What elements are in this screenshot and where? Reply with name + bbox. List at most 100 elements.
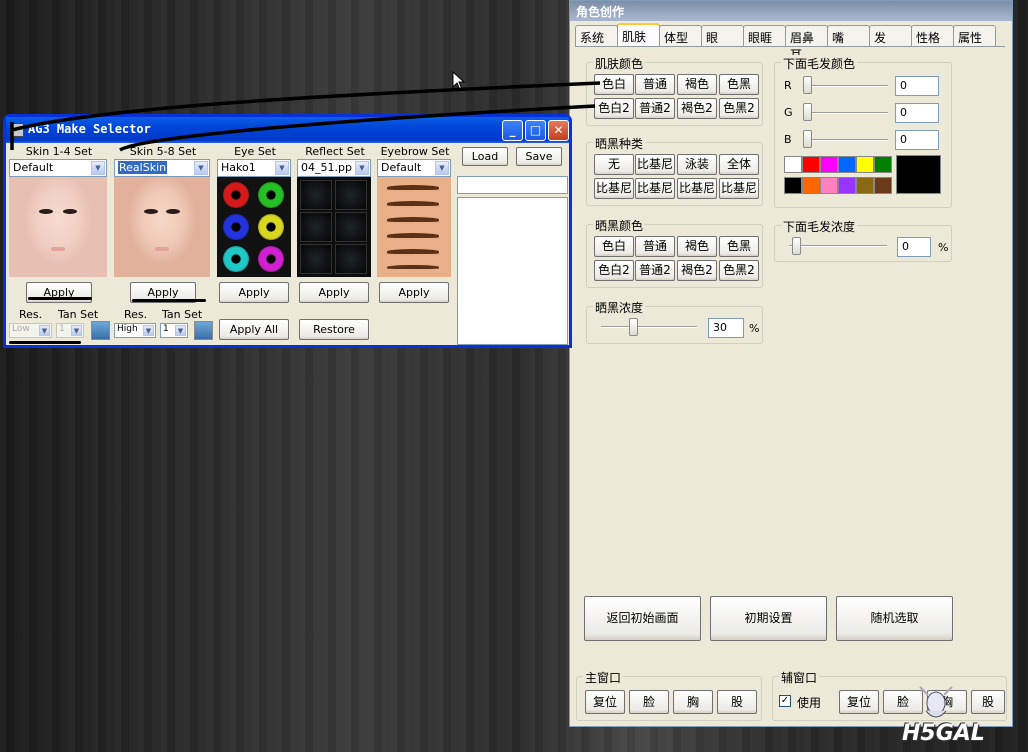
skin-color-button[interactable]: 色白2 — [594, 98, 634, 119]
tab-eye-socket[interactable]: 眼睚 — [743, 25, 786, 46]
skin-color-button[interactable]: 褐色 — [677, 74, 717, 95]
hair-density-input[interactable]: 0 — [897, 237, 931, 257]
eyebrow-set-select[interactable]: Default ▼ — [377, 159, 451, 177]
tab-brow-nose-ear[interactable]: 眉鼻耳 — [785, 25, 828, 62]
red-slider-thumb[interactable] — [803, 76, 812, 94]
name-input[interactable] — [457, 176, 568, 194]
random-select-button[interactable]: 随机选取 — [836, 596, 953, 641]
hair-density-slider-track[interactable] — [789, 245, 887, 247]
apply-eye-set-button[interactable]: Apply — [219, 282, 289, 303]
hair-density-slider-thumb[interactable] — [792, 237, 801, 255]
palette-swatch[interactable] — [784, 156, 802, 173]
save-button[interactable]: Save — [516, 147, 562, 166]
load-button[interactable]: Load — [462, 147, 508, 166]
blue-value-input[interactable]: 0 — [895, 130, 939, 150]
green-slider-thumb[interactable] — [803, 103, 812, 121]
skin-color-button[interactable]: 色黑2 — [719, 98, 759, 119]
palette-swatch[interactable] — [874, 177, 892, 194]
tab-personality[interactable]: 性格 — [911, 25, 954, 46]
main-hip-button[interactable]: 股 — [717, 690, 757, 714]
ag3-titlebar[interactable]: AG3 Make Selector — [6, 117, 569, 143]
tab-hair[interactable]: 发 — [869, 25, 912, 46]
palette-swatch[interactable] — [874, 156, 892, 173]
tab-eye[interactable]: 眼 — [701, 25, 744, 46]
tan-color-button[interactable]: 普通2 — [635, 260, 675, 281]
tan-type-button[interactable]: 泳装 — [677, 154, 717, 175]
reflect-set-select[interactable]: 04_51.pp ▼ — [297, 159, 371, 177]
minimize-button[interactable]: _ — [502, 120, 523, 141]
palette-swatch[interactable] — [802, 177, 820, 194]
restore-button[interactable]: Restore — [299, 319, 369, 340]
preset-list[interactable] — [457, 197, 568, 345]
tan-density-slider-thumb[interactable] — [629, 318, 638, 336]
palette-swatch[interactable] — [838, 156, 856, 173]
skin-color-button[interactable]: 褐色2 — [677, 98, 717, 119]
tan-color-button[interactable]: 色黑2 — [719, 260, 759, 281]
sub-reset-button[interactable]: 复位 — [839, 690, 879, 714]
red-value-input[interactable]: 0 — [895, 76, 939, 96]
blue-slider-track[interactable] — [805, 139, 888, 141]
skin-color-button[interactable]: 普通 — [635, 74, 675, 95]
tan-type-button[interactable]: 比基尼 — [677, 178, 717, 199]
green-slider-track[interactable] — [805, 112, 888, 114]
palette-swatch[interactable] — [856, 156, 874, 173]
tan-color-button[interactable]: 色白 — [594, 236, 634, 257]
main-chest-button[interactable]: 胸 — [673, 690, 713, 714]
tan-type-button[interactable]: 无 — [594, 154, 634, 175]
tan-density-slider-track[interactable] — [601, 326, 697, 328]
palette-swatch[interactable] — [838, 177, 856, 194]
tab-body[interactable]: 体型 — [659, 25, 702, 46]
tan-color-button[interactable]: 色黑 — [719, 236, 759, 257]
tan-color-button[interactable]: 褐色2 — [677, 260, 717, 281]
tan-density-input[interactable]: 30 — [708, 318, 744, 338]
apply-all-button[interactable]: Apply All — [219, 319, 289, 340]
res-select-2[interactable]: High ▼ — [114, 323, 156, 338]
tan-density-label: 晒黑浓度 — [593, 299, 646, 316]
tab-attributes[interactable]: 属性 — [953, 25, 996, 46]
skin-color-button[interactable]: 普通2 — [635, 98, 675, 119]
tan-type-button[interactable]: 比基尼 — [594, 178, 634, 199]
initial-settings-button[interactable]: 初期设置 — [710, 596, 827, 641]
skin-5-8-select[interactable]: RealSkin ▼ — [114, 159, 210, 177]
palette-swatch[interactable] — [856, 177, 874, 194]
blue-slider-thumb[interactable] — [803, 130, 812, 148]
tan-color-button[interactable]: 色白2 — [594, 260, 634, 281]
tab-skin[interactable]: 肌肤 — [617, 23, 660, 46]
tab-system[interactable]: 系统 — [575, 25, 618, 46]
character-portrait-icon[interactable] — [91, 321, 110, 340]
use-checkbox[interactable]: ✓ — [779, 695, 791, 707]
skin-1-4-select[interactable]: Default ▼ — [9, 159, 107, 177]
maximize-button[interactable]: □ — [525, 120, 546, 141]
skin-color-button[interactable]: 色白 — [594, 74, 634, 95]
close-button[interactable]: ✕ — [548, 120, 569, 141]
tan-type-button[interactable]: 比基尼 — [635, 178, 675, 199]
palette-swatch[interactable] — [784, 177, 802, 194]
tan-type-button[interactable]: 比基尼 — [719, 178, 759, 199]
hair-density-label: 下面毛发浓度 — [781, 218, 858, 235]
character-portrait-icon[interactable] — [194, 321, 213, 340]
skin-color-group: 肌肤颜色 色白 普通 褐色 色黑 色白2 普通2 褐色2 色黑2 — [586, 55, 763, 126]
ag3-title-text: AG3 Make Selector — [28, 122, 151, 136]
tan-type-button[interactable]: 比基尼 — [635, 154, 675, 175]
res-select-1[interactable]: Low ▼ — [9, 323, 52, 338]
tan-type-button[interactable]: 全体 — [719, 154, 759, 175]
main-face-button[interactable]: 脸 — [629, 690, 669, 714]
eye-set-header: Eye Set — [234, 145, 276, 158]
main-reset-button[interactable]: 复位 — [585, 690, 625, 714]
palette-swatch[interactable] — [802, 156, 820, 173]
apply-reflect-set-button[interactable]: Apply — [299, 282, 369, 303]
tan-color-button[interactable]: 褐色 — [677, 236, 717, 257]
green-value-input[interactable]: 0 — [895, 103, 939, 123]
tan-set-select-2[interactable]: 1 ▼ — [160, 323, 188, 338]
tab-mouth[interactable]: 嘴 — [827, 25, 870, 46]
palette-swatch[interactable] — [820, 177, 838, 194]
apply-eyebrow-set-button[interactable]: Apply — [379, 282, 449, 303]
tan-set-select-1[interactable]: 1 ▼ — [56, 323, 84, 338]
palette-swatch[interactable] — [820, 156, 838, 173]
red-slider-track[interactable] — [805, 85, 888, 87]
return-to-start-button[interactable]: 返回初始画面 — [584, 596, 701, 641]
eye-set-select[interactable]: Hako1 ▼ — [217, 159, 291, 177]
skin-color-button[interactable]: 色黑 — [719, 74, 759, 95]
tan-color-button[interactable]: 普通 — [635, 236, 675, 257]
skin-1-4-preview — [9, 177, 107, 277]
